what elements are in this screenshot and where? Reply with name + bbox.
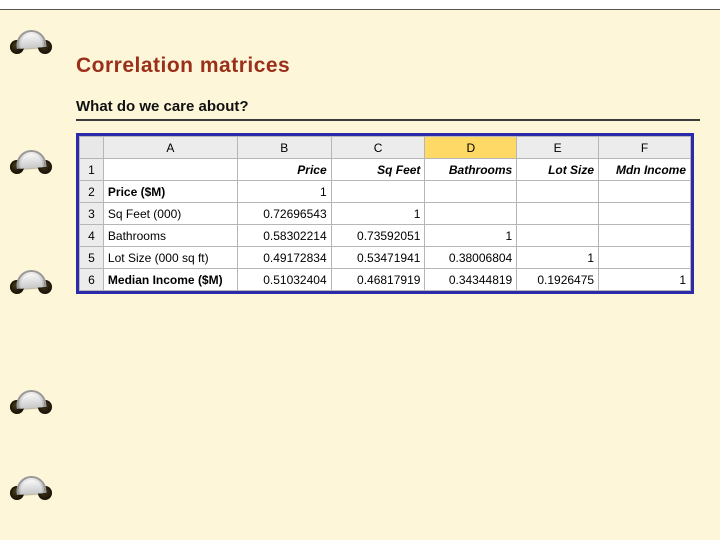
cell[interactable] — [425, 181, 517, 203]
row-header[interactable]: 4 — [80, 225, 104, 247]
cell[interactable]: 0.34344819 — [425, 269, 517, 291]
cell[interactable] — [517, 225, 599, 247]
table-row: 4 Bathrooms 0.58302214 0.73592051 1 — [80, 225, 691, 247]
top-bar — [0, 0, 720, 10]
col-header-d[interactable]: D — [425, 137, 517, 159]
table-row: 1 Price Sq Feet Bathrooms Lot Size Mdn I… — [80, 159, 691, 181]
row-header[interactable]: 5 — [80, 247, 104, 269]
cell[interactable] — [331, 181, 425, 203]
cell[interactable]: 0.49172834 — [237, 247, 331, 269]
cell[interactable]: 1 — [599, 269, 691, 291]
cell[interactable]: Bathrooms — [103, 225, 237, 247]
cell[interactable]: 0.53471941 — [331, 247, 425, 269]
col-header-f[interactable]: F — [599, 137, 691, 159]
cell[interactable] — [517, 203, 599, 225]
row-header[interactable]: 3 — [80, 203, 104, 225]
cell[interactable]: 0.46817919 — [331, 269, 425, 291]
cell[interactable] — [103, 159, 237, 181]
table-row: 5 Lot Size (000 sq ft) 0.49172834 0.5347… — [80, 247, 691, 269]
slide-content: Correlation matrices What do we care abo… — [76, 54, 700, 294]
col-header-c[interactable]: C — [331, 137, 425, 159]
select-all-corner[interactable] — [80, 137, 104, 159]
col-header-e[interactable]: E — [517, 137, 599, 159]
cell[interactable] — [599, 247, 691, 269]
cell[interactable]: Lot Size (000 sq ft) — [103, 247, 237, 269]
binder-rings — [0, 20, 56, 520]
cell[interactable]: Sq Feet (000) — [103, 203, 237, 225]
cell[interactable]: Bathrooms — [425, 159, 517, 181]
table-row: 6 Median Income ($M) 0.51032404 0.468179… — [80, 269, 691, 291]
row-header[interactable]: 1 — [80, 159, 104, 181]
correlation-table: A B C D E F 1 Price Sq Feet Bathrooms Lo… — [79, 136, 691, 291]
col-header-b[interactable]: B — [237, 137, 331, 159]
spreadsheet: A B C D E F 1 Price Sq Feet Bathrooms Lo… — [76, 133, 694, 294]
cell[interactable]: 1 — [517, 247, 599, 269]
cell[interactable]: 1 — [331, 203, 425, 225]
column-header-row: A B C D E F — [80, 137, 691, 159]
table-row: 3 Sq Feet (000) 0.72696543 1 — [80, 203, 691, 225]
cell[interactable]: 0.38006804 — [425, 247, 517, 269]
cell[interactable]: Lot Size — [517, 159, 599, 181]
cell[interactable]: 0.51032404 — [237, 269, 331, 291]
cell[interactable]: 1 — [237, 181, 331, 203]
cell[interactable] — [425, 203, 517, 225]
cell[interactable]: Sq Feet — [331, 159, 425, 181]
cell[interactable]: Mdn Income — [599, 159, 691, 181]
cell[interactable]: 0.1926475 — [517, 269, 599, 291]
cell[interactable]: Price — [237, 159, 331, 181]
divider — [76, 119, 700, 121]
cell[interactable] — [599, 225, 691, 247]
slide-subtitle: What do we care about? — [76, 98, 700, 115]
cell[interactable]: Median Income ($M) — [103, 269, 237, 291]
cell[interactable] — [599, 181, 691, 203]
row-header[interactable]: 2 — [80, 181, 104, 203]
cell[interactable] — [517, 181, 599, 203]
cell[interactable]: 0.72696543 — [237, 203, 331, 225]
cell[interactable]: 0.58302214 — [237, 225, 331, 247]
row-header[interactable]: 6 — [80, 269, 104, 291]
col-header-a[interactable]: A — [103, 137, 237, 159]
table-row: 2 Price ($M) 1 — [80, 181, 691, 203]
cell[interactable]: 0.73592051 — [331, 225, 425, 247]
slide-title: Correlation matrices — [76, 54, 700, 78]
cell[interactable] — [599, 203, 691, 225]
cell[interactable]: 1 — [425, 225, 517, 247]
cell[interactable]: Price ($M) — [103, 181, 237, 203]
